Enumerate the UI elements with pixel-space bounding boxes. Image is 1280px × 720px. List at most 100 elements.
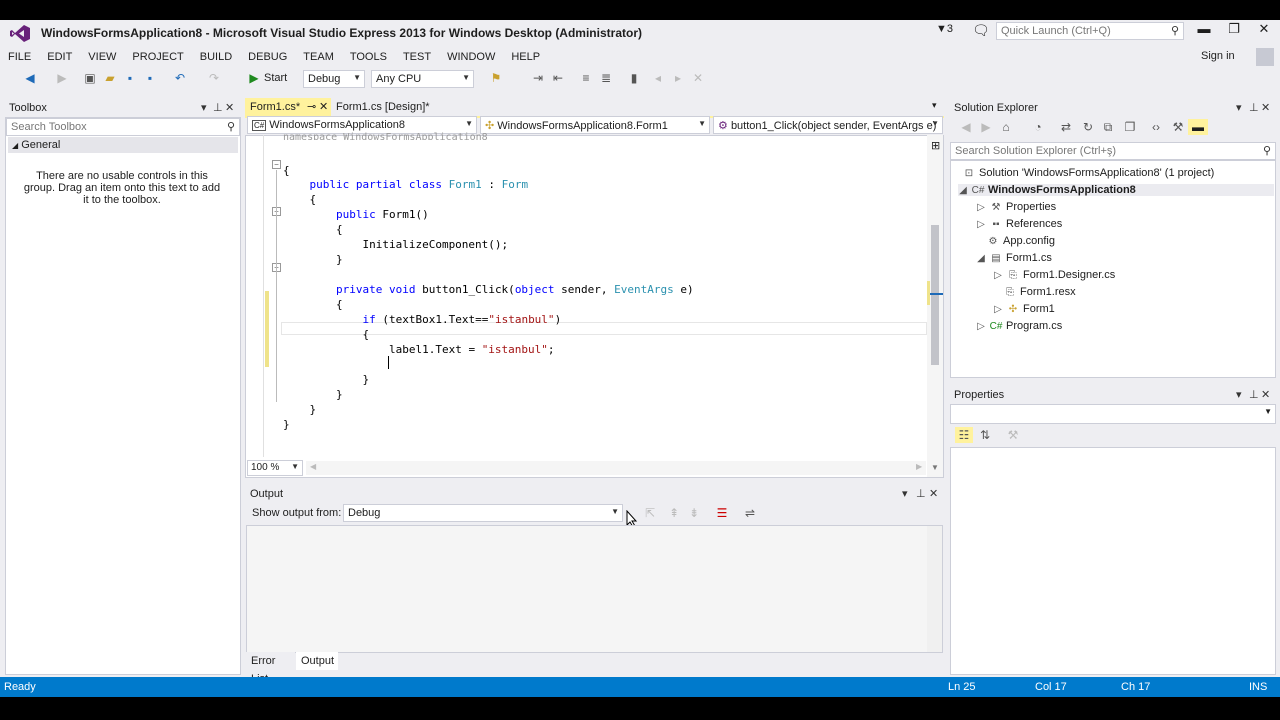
tree-item-form1-cs[interactable]: ◢ ▤ Form1.cs (976, 252, 1052, 264)
find-message-icon[interactable]: ⇱ (642, 505, 658, 521)
properties-object-select[interactable]: ▼ (950, 404, 1276, 424)
start-button[interactable]: Start (264, 72, 287, 84)
toolbox-pin-icon[interactable]: ⊥ (213, 99, 223, 117)
home-icon[interactable]: ⌂ (998, 119, 1014, 135)
tree-item-solution[interactable]: ⊡ Solution 'WindowsFormsApplication8' (1 … (962, 167, 1215, 179)
notifications-flag[interactable]: ▼3 (936, 23, 953, 35)
undo-icon[interactable]: ↶ (172, 70, 188, 86)
minimize-button[interactable]: ▬ (1189, 21, 1219, 36)
step-over-icon[interactable]: ⇤ (550, 70, 566, 86)
output-vertical-scrollbar[interactable] (927, 526, 942, 652)
tab-form1-design[interactable]: Form1.cs [Design]* (331, 98, 461, 116)
tree-item-form1-resx[interactable]: ⎘ Form1.resx (1003, 286, 1076, 298)
bookmark-icon[interactable]: ▮ (626, 70, 642, 86)
uncomment-lines-icon[interactable]: ≣ (598, 70, 614, 86)
tree-item-program-cs[interactable]: ▷ C# Program.cs (976, 320, 1062, 332)
back-icon[interactable]: ◀ (958, 119, 974, 135)
refresh-icon[interactable]: ↻ (1080, 119, 1096, 135)
alphabetical-icon[interactable]: ⇅ (977, 427, 993, 443)
menu-help[interactable]: HELP (503, 48, 548, 66)
fold-toggle[interactable]: − (272, 160, 281, 169)
toolbox-search-input[interactable]: Search Toolbox ⚲ (6, 118, 240, 136)
tree-item-references[interactable]: ▷ ▪▪ References (976, 218, 1062, 230)
tab-close-icon[interactable]: ✕ (319, 98, 328, 116)
account-avatar-icon[interactable] (1256, 48, 1274, 66)
start-icon[interactable]: ▶ (246, 70, 262, 86)
tree-item-project[interactable]: ◢ C# WindowsFormsApplication8 (958, 184, 1274, 196)
tree-item-properties[interactable]: ▷ ⚒ Properties (976, 201, 1056, 213)
tree-item-app-config[interactable]: ⚙ App.config (986, 235, 1055, 247)
menu-view[interactable]: VIEW (80, 48, 124, 66)
menu-build[interactable]: BUILD (192, 48, 240, 66)
split-icon[interactable]: ⊞ (931, 139, 940, 152)
pending-changes-icon[interactable]: ◔ (1030, 119, 1046, 135)
toolbox-group-general[interactable]: ◢ General (8, 137, 238, 153)
output-pin-icon[interactable]: ⊥ (916, 485, 926, 503)
property-pages-icon[interactable]: ⚒ (1005, 427, 1021, 443)
clear-bookmarks-icon[interactable]: ✕ (690, 70, 706, 86)
menu-edit[interactable]: EDIT (39, 48, 80, 66)
member-nav-select[interactable]: ⚙ button1_Click(object sender, EventArgs… (713, 116, 943, 134)
open-file-icon[interactable]: ▰ (102, 70, 118, 86)
menu-file[interactable]: FILE (0, 48, 39, 66)
forward-icon[interactable]: ▶ (978, 119, 994, 135)
tree-item-form1-designer[interactable]: ▷ ⎘ Form1.Designer.cs (993, 269, 1115, 281)
new-project-icon[interactable]: ▣ (82, 70, 98, 86)
menu-team[interactable]: TEAM (295, 48, 342, 66)
prev-message-icon[interactable]: ⇞ (666, 505, 682, 521)
toggle-word-wrap-icon[interactable]: ⇌ (742, 505, 758, 521)
tab-overflow-icon[interactable]: ▾ (932, 100, 937, 111)
toolbox-close-icon[interactable]: ✕ (225, 99, 234, 117)
zoom-select[interactable]: 100 % ▼ (247, 460, 303, 476)
close-button[interactable]: ✕ (1249, 21, 1279, 37)
tree-item-form1-class[interactable]: ▷ ✣ Form1 (993, 303, 1055, 315)
menu-test[interactable]: TEST (395, 48, 439, 66)
quick-launch-input[interactable]: Quick Launch (Ctrl+Q) ⚲ (996, 22, 1184, 40)
show-all-files-icon[interactable]: ❐ (1122, 119, 1138, 135)
output-text-area[interactable] (246, 525, 943, 653)
editor-vertical-scrollbar[interactable]: ⊞ ▼ (927, 135, 943, 477)
sync-icon[interactable]: ⇄ (1058, 119, 1074, 135)
comment-lines-icon[interactable]: ≡ (578, 70, 594, 86)
solution-explorer-search-input[interactable]: Search Solution Explorer (Ctrl+ş) ⚲ (950, 142, 1276, 160)
next-bookmark-icon[interactable]: ▸ (670, 70, 686, 86)
scrollbar-thumb[interactable] (931, 225, 939, 365)
menu-window[interactable]: WINDOW (439, 48, 503, 66)
editor-horizontal-scrollbar[interactable]: ◀ ▶ (306, 461, 926, 475)
solution-explorer-dropdown-icon[interactable]: ▾ (1236, 99, 1242, 117)
solution-explorer-close-icon[interactable]: ✕ (1261, 99, 1270, 117)
class-nav-select[interactable]: ✣ WindowsFormsApplication8.Form1 ▼ (480, 116, 710, 134)
toolbox-dropdown-icon[interactable]: ▾ (201, 99, 207, 117)
tab-pin-icon[interactable]: ⊸ (307, 98, 316, 116)
menu-project[interactable]: PROJECT (124, 48, 191, 66)
output-close-icon[interactable]: ✕ (929, 485, 938, 503)
scroll-down-icon[interactable]: ▼ (931, 463, 939, 472)
view-code-icon[interactable]: ‹› (1148, 119, 1164, 135)
platform-select[interactable]: Any CPU ▼ (371, 70, 474, 88)
forward-icon[interactable]: ▶ (54, 70, 70, 86)
find-in-files-icon[interactable]: ⚑ (488, 70, 504, 86)
properties-close-icon[interactable]: ✕ (1261, 386, 1270, 404)
sign-in-link[interactable]: Sign in (1201, 50, 1235, 62)
step-icon[interactable]: ⇥ (530, 70, 546, 86)
tab-form1-cs[interactable]: Form1.cs* ⊸ ✕ (245, 98, 331, 116)
clear-all-icon[interactable]: ☰ (714, 505, 730, 521)
properties-dropdown-icon[interactable]: ▾ (1236, 386, 1242, 404)
scroll-right-icon[interactable]: ▶ (916, 462, 922, 471)
back-icon[interactable]: ◀ (22, 70, 38, 86)
save-all-icon[interactable]: ▪ (142, 70, 158, 86)
scroll-left-icon[interactable]: ◀ (310, 462, 316, 471)
preview-selected-icon[interactable]: ▬ (1188, 119, 1208, 135)
configuration-select[interactable]: Debug ▼ (303, 70, 365, 88)
maximize-button[interactable]: ❐ (1219, 21, 1249, 37)
tab-output[interactable]: Output (296, 652, 338, 670)
menu-debug[interactable]: DEBUG (240, 48, 295, 66)
collapse-all-icon[interactable]: ⧉ (1100, 119, 1116, 135)
menu-tools[interactable]: TOOLS (342, 48, 395, 66)
save-icon[interactable]: ▪ (122, 70, 138, 86)
properties-icon[interactable]: ⚒ (1170, 119, 1186, 135)
output-source-select[interactable]: Debug ▼ (343, 504, 623, 522)
prev-bookmark-icon[interactable]: ◂ (650, 70, 666, 86)
properties-pin-icon[interactable]: ⊥ (1249, 386, 1259, 404)
tab-error-list[interactable]: Error List (246, 652, 295, 685)
